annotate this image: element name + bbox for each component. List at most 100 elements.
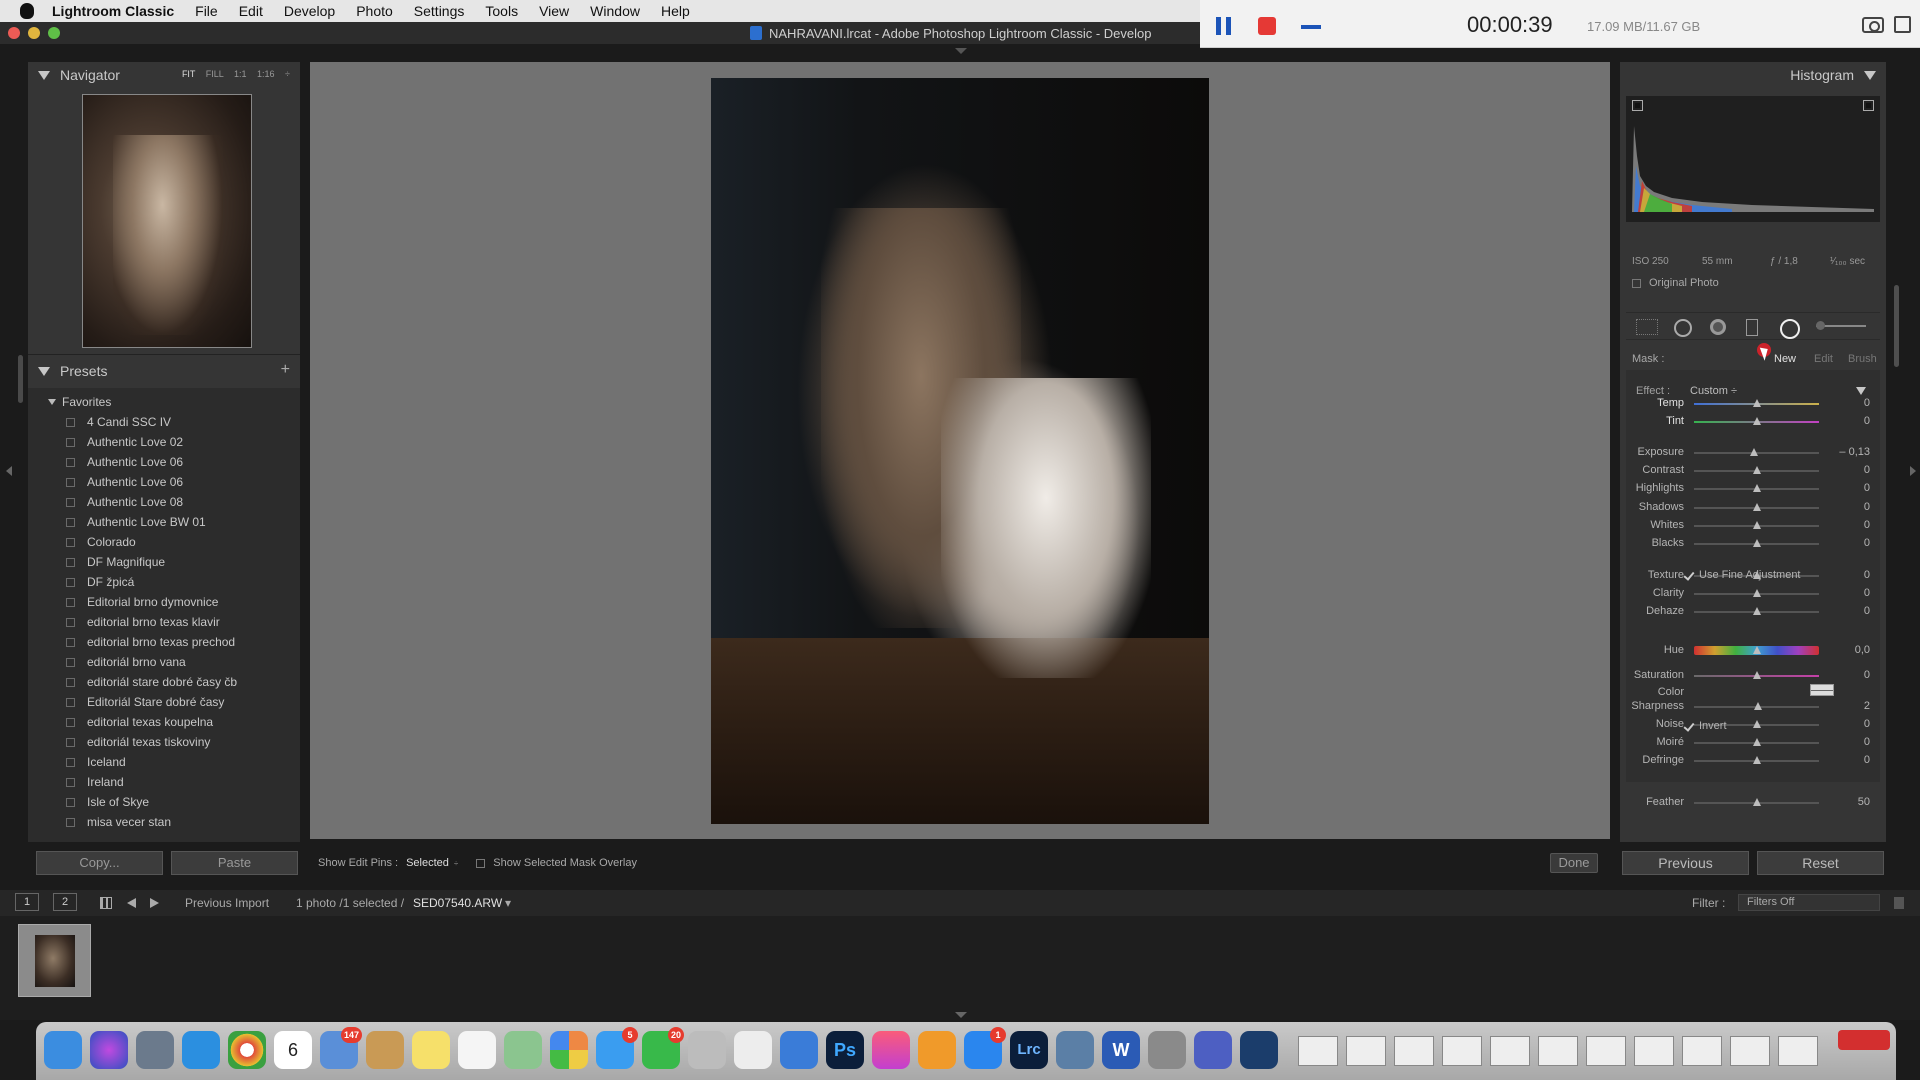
reminders-icon[interactable] xyxy=(458,1031,496,1069)
texture-value[interactable]: 0 xyxy=(1822,569,1870,581)
siri-icon[interactable] xyxy=(90,1031,128,1069)
preset-item[interactable]: Colorado xyxy=(66,533,136,551)
launchpad-icon[interactable] xyxy=(136,1031,174,1069)
histogram-graph[interactable] xyxy=(1626,96,1880,222)
hue-value[interactable]: 0,0 xyxy=(1822,644,1870,656)
preset-item[interactable]: Authentic Love 06 xyxy=(66,453,183,471)
dehaze-slider[interactable] xyxy=(1694,607,1819,615)
navigator-header[interactable]: Navigator FIT FILL 1:1 1:16 ÷ xyxy=(28,62,300,88)
whites-slider[interactable] xyxy=(1694,521,1819,529)
zoom-fill[interactable]: FILL xyxy=(206,69,224,79)
sharpness-slider-thumb[interactable] xyxy=(1753,702,1762,710)
dock-thumbnail[interactable] xyxy=(1586,1036,1626,1066)
saturation-value[interactable]: 0 xyxy=(1822,669,1870,681)
contrast-slider-thumb[interactable] xyxy=(1752,466,1761,474)
moir-slider[interactable] xyxy=(1694,738,1819,746)
temp-slider-thumb[interactable] xyxy=(1752,399,1761,407)
menu-photo[interactable]: Photo xyxy=(356,3,393,19)
favorites-group[interactable]: Favorites xyxy=(48,395,111,409)
menu-app-name[interactable]: Lightroom Classic xyxy=(52,3,174,19)
histogram-header[interactable]: Histogram xyxy=(1790,67,1876,83)
preset-item[interactable]: Authentic Love 08 xyxy=(66,493,183,511)
noise-slider-thumb[interactable] xyxy=(1752,720,1761,728)
hue-slider-thumb[interactable] xyxy=(1752,646,1761,654)
highlights-slider-thumb[interactable] xyxy=(1752,484,1761,492)
zoom-1-16[interactable]: 1:16 ÷ xyxy=(257,69,290,79)
saturation-slider[interactable] xyxy=(1694,671,1819,679)
reset-button[interactable]: Reset xyxy=(1757,851,1884,875)
defringe-value[interactable]: 0 xyxy=(1822,754,1870,766)
feather-value[interactable]: 50 xyxy=(1822,796,1870,808)
dock-thumbnail[interactable] xyxy=(1538,1036,1578,1066)
preset-item[interactable]: Ireland xyxy=(66,773,124,791)
maps-icon[interactable] xyxy=(504,1031,542,1069)
collapse-triangle-icon[interactable] xyxy=(1864,70,1876,80)
preset-item[interactable]: Authentic Love 02 xyxy=(66,433,183,451)
stop-icon[interactable] xyxy=(1258,17,1276,35)
messages-icon[interactable]: 5 xyxy=(596,1027,638,1069)
screen-recorder-icon[interactable] xyxy=(1194,1031,1232,1069)
navigator-preview[interactable] xyxy=(82,94,252,348)
temp-slider[interactable] xyxy=(1694,399,1819,407)
mask-overlay-checkbox[interactable] xyxy=(476,858,486,868)
shadows-slider-thumb[interactable] xyxy=(1752,503,1761,511)
apple-icon[interactable] xyxy=(20,3,34,19)
left-panel-toggle-icon[interactable] xyxy=(6,466,12,476)
highlights-value[interactable]: 0 xyxy=(1822,482,1870,494)
fine-adjustment-toggle[interactable]: Use Fine Adjustment xyxy=(1684,569,1801,581)
previous-button[interactable]: Previous xyxy=(1622,851,1749,875)
mask-new-button[interactable]: New xyxy=(1774,353,1796,365)
defringe-slider-thumb[interactable] xyxy=(1752,756,1761,764)
done-button[interactable]: Done xyxy=(1550,853,1598,873)
grid-view-icon[interactable] xyxy=(100,897,112,909)
checkmark-icon[interactable] xyxy=(1684,722,1693,731)
preset-item[interactable]: DF žpicá xyxy=(66,573,134,591)
preset-item[interactable]: editorial brno texas klavir xyxy=(66,613,220,631)
clarity-value[interactable]: 0 xyxy=(1822,587,1870,599)
menu-view[interactable]: View xyxy=(539,3,569,19)
preset-item[interactable]: Isle of Skye xyxy=(66,793,149,811)
feather-slider-thumb[interactable] xyxy=(1752,798,1761,806)
blacks-slider-thumb[interactable] xyxy=(1752,539,1761,547)
preview-icon[interactable] xyxy=(1056,1031,1094,1069)
sharpness-slider[interactable] xyxy=(1694,702,1819,710)
main-photo[interactable] xyxy=(711,78,1209,824)
filter-dropdown[interactable]: Filters Off xyxy=(1738,894,1880,911)
selected-filename[interactable]: SED07540.ARW xyxy=(413,896,502,910)
temp-value[interactable]: 0 xyxy=(1822,397,1870,409)
dock-thumbnail[interactable] xyxy=(1394,1036,1434,1066)
forward-arrow-icon[interactable] xyxy=(150,898,159,908)
dock-thumbnail[interactable] xyxy=(1490,1036,1530,1066)
utility-icon[interactable] xyxy=(1148,1031,1186,1069)
right-panel-toggle-icon[interactable] xyxy=(1910,466,1916,476)
copy-button[interactable]: Copy... xyxy=(36,851,163,875)
camera-icon[interactable] xyxy=(1862,17,1884,33)
tint-slider[interactable] xyxy=(1694,417,1819,425)
expand-triangle-icon[interactable] xyxy=(48,399,56,405)
defringe-slider[interactable] xyxy=(1694,756,1819,764)
crop-tool-icon[interactable] xyxy=(1636,319,1658,335)
preset-item[interactable]: editoriál texas tiskoviny xyxy=(66,733,210,751)
lightroom-classic-icon[interactable]: Lrc xyxy=(1010,1031,1048,1069)
preset-item[interactable]: DF Magnifique xyxy=(66,553,165,571)
dock-thumbnail[interactable] xyxy=(1442,1036,1482,1066)
calendar-icon[interactable]: 6 xyxy=(274,1031,312,1069)
dock-thumbnail[interactable] xyxy=(1634,1036,1674,1066)
effect-dropdown[interactable]: Custom ÷ xyxy=(1690,385,1737,397)
preset-item[interactable]: Iceland xyxy=(66,753,126,771)
zoom-fit[interactable]: FIT xyxy=(182,69,195,79)
noise-value[interactable]: 0 xyxy=(1822,718,1870,730)
preset-item[interactable]: editorial texas koupelna xyxy=(66,713,213,731)
mask-edit-button[interactable]: Edit xyxy=(1814,353,1833,365)
collapse-triangle-icon[interactable] xyxy=(38,366,50,376)
feather-slider[interactable] xyxy=(1694,798,1819,806)
dehaze-value[interactable]: 0 xyxy=(1822,605,1870,617)
menu-tools[interactable]: Tools xyxy=(485,3,518,19)
stickies-icon[interactable] xyxy=(412,1031,450,1069)
menu-settings[interactable]: Settings xyxy=(414,3,465,19)
whites-value[interactable]: 0 xyxy=(1822,519,1870,531)
dock-thumbnail[interactable] xyxy=(1682,1036,1722,1066)
recording-indicator[interactable] xyxy=(1838,1030,1890,1050)
mail-icon[interactable]: 147 xyxy=(320,1027,362,1069)
books-icon[interactable] xyxy=(918,1031,956,1069)
